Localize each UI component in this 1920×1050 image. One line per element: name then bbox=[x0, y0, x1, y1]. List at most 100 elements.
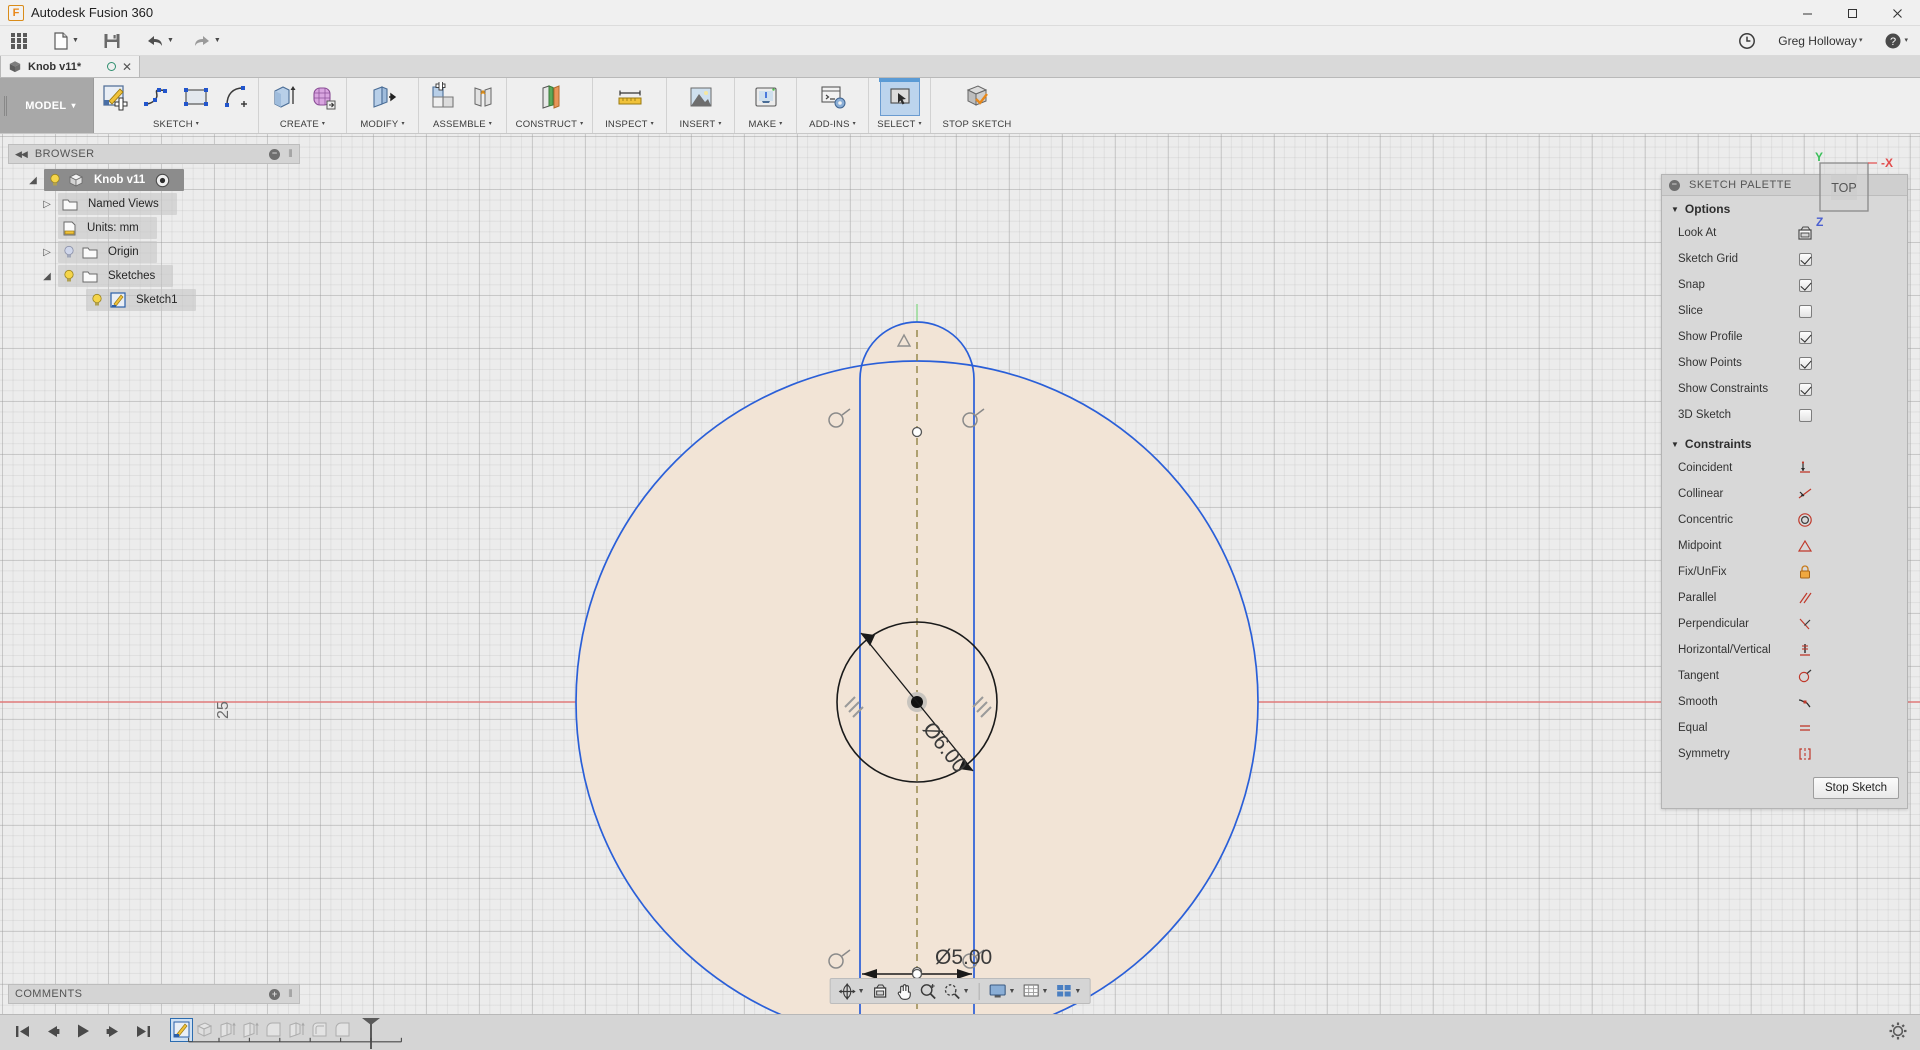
collinear-row[interactable]: Collinear bbox=[1662, 481, 1907, 507]
grid-snaps-button[interactable]: ▼ bbox=[1019, 980, 1051, 1002]
coincident-row[interactable]: Coincident bbox=[1662, 455, 1907, 481]
twisty-collapsed-icon[interactable]: ▷ bbox=[36, 247, 58, 258]
offset-plane-button[interactable] bbox=[530, 78, 570, 116]
slice-row[interactable]: Slice bbox=[1662, 298, 1907, 324]
target-icon[interactable] bbox=[155, 173, 170, 188]
new-tab-button[interactable] bbox=[140, 55, 162, 77]
slice-checkbox[interactable] bbox=[1798, 304, 1812, 318]
minimize-icon[interactable]: − bbox=[1669, 179, 1680, 191]
workspace-selector[interactable]: MODEL ▾ bbox=[8, 78, 94, 133]
joint-button[interactable] bbox=[463, 78, 503, 116]
show-profile-row[interactable]: Show Profile bbox=[1662, 324, 1907, 350]
tangent-row[interactable]: Tangent bbox=[1662, 663, 1907, 689]
browser-node-sketches[interactable]: ◢ Sketches bbox=[8, 264, 300, 288]
lightbulb-off-icon[interactable] bbox=[62, 245, 76, 259]
lightbulb-icon[interactable] bbox=[48, 173, 62, 187]
coincident-icon[interactable] bbox=[1796, 460, 1814, 476]
parallel-icon[interactable] bbox=[1796, 590, 1814, 606]
sketch-group-dropdown[interactable]: SKETCH ▾ bbox=[153, 116, 199, 132]
fix-unfix-row[interactable]: Fix/UnFix bbox=[1662, 559, 1907, 585]
tab-knob[interactable]: Knob v11* ✕ bbox=[0, 55, 140, 77]
app-grid-button[interactable] bbox=[7, 28, 31, 54]
timeline-settings-button[interactable] bbox=[1888, 1021, 1908, 1044]
concentric-row[interactable]: Concentric bbox=[1662, 507, 1907, 533]
twisty-collapsed-icon[interactable]: ▷ bbox=[36, 199, 58, 210]
addins-group-dropdown[interactable]: ADD-INS ▾ bbox=[809, 116, 856, 132]
show-points-checkbox[interactable] bbox=[1798, 356, 1812, 370]
lightbulb-icon[interactable] bbox=[90, 293, 104, 307]
maximize-button[interactable] bbox=[1830, 0, 1875, 26]
assemble-group-dropdown[interactable]: ASSEMBLE ▾ bbox=[433, 116, 492, 132]
arc-button[interactable] bbox=[216, 78, 256, 116]
sketch-grid-checkbox[interactable] bbox=[1798, 252, 1812, 266]
perpendicular-icon[interactable] bbox=[1796, 616, 1814, 632]
undo-button[interactable]: ▼ bbox=[141, 28, 178, 54]
constraints-section-header[interactable]: ▼ Constraints bbox=[1662, 428, 1907, 455]
construct-group-dropdown[interactable]: CONSTRUCT ▾ bbox=[516, 116, 584, 132]
step-back-button[interactable] bbox=[44, 1024, 62, 1042]
create-sketch-button[interactable] bbox=[96, 78, 136, 116]
show-points-row[interactable]: Show Points bbox=[1662, 350, 1907, 376]
midpoint-icon[interactable] bbox=[1796, 538, 1814, 554]
save-button[interactable] bbox=[99, 28, 125, 54]
browser-node-sketch1[interactable]: Sketch1 bbox=[8, 288, 300, 312]
stop-sketch-label-wrap[interactable]: STOP SKETCH bbox=[943, 116, 1012, 132]
help-button[interactable]: ? ▾ bbox=[1880, 28, 1912, 54]
view-cube[interactable]: TOP -X Y Z bbox=[1793, 144, 1898, 232]
orbit-button[interactable]: ▼ bbox=[836, 980, 868, 1002]
browser-node-knob[interactable]: ◢ Knob v11 bbox=[8, 168, 300, 192]
new-component-button[interactable] bbox=[423, 78, 463, 116]
stop-sketch-button[interactable] bbox=[957, 78, 997, 116]
panel-grip-icon[interactable]: ⦀ bbox=[288, 989, 293, 1000]
insert-group-dropdown[interactable]: INSERT ▾ bbox=[679, 116, 721, 132]
browser-node-named-views[interactable]: ▷ Named Views bbox=[8, 192, 300, 216]
sketch-grid-row[interactable]: Sketch Grid bbox=[1662, 246, 1907, 272]
look-at-button[interactable] bbox=[869, 980, 892, 1002]
smooth-row[interactable]: Smooth bbox=[1662, 689, 1907, 715]
comments-header[interactable]: COMMENTS + ⦀ bbox=[8, 984, 300, 1004]
equal-icon[interactable] bbox=[1796, 720, 1814, 736]
equal-row[interactable]: Equal bbox=[1662, 715, 1907, 741]
collinear-icon[interactable] bbox=[1796, 486, 1814, 502]
show-constraints-checkbox[interactable] bbox=[1798, 382, 1812, 396]
user-menu-button[interactable]: Greg Holloway ▾ bbox=[1774, 28, 1866, 54]
press-pull-button[interactable] bbox=[363, 78, 403, 116]
pan-button[interactable] bbox=[893, 980, 916, 1002]
concentric-icon[interactable] bbox=[1796, 512, 1814, 528]
add-comment-icon[interactable]: + bbox=[269, 988, 281, 1000]
rectangle-button[interactable] bbox=[176, 78, 216, 116]
browser-node-units[interactable]: Units: mm bbox=[8, 216, 300, 240]
close-button[interactable] bbox=[1875, 0, 1920, 26]
step-forward-button[interactable] bbox=[104, 1024, 122, 1042]
twisty-expanded-icon[interactable]: ◢ bbox=[36, 271, 58, 282]
lock-icon[interactable] bbox=[1796, 564, 1814, 580]
create-group-dropdown[interactable]: CREATE ▾ bbox=[280, 116, 325, 132]
minimize-icon[interactable]: − bbox=[269, 148, 281, 160]
twisty-expanded-icon[interactable]: ◢ bbox=[22, 175, 44, 186]
line-button[interactable] bbox=[136, 78, 176, 116]
close-icon[interactable]: ✕ bbox=[122, 60, 132, 74]
show-profile-checkbox[interactable] bbox=[1798, 330, 1812, 344]
tangent-icon[interactable] bbox=[1796, 668, 1814, 684]
stop-sketch-palette-button[interactable]: Stop Sketch bbox=[1812, 777, 1899, 799]
3d-sketch-row[interactable]: 3D Sketch bbox=[1662, 402, 1907, 428]
3d-sketch-checkbox[interactable] bbox=[1798, 408, 1812, 422]
collapse-left-icon[interactable]: ◀◀ bbox=[15, 149, 28, 160]
fit-button[interactable]: ▼ bbox=[941, 980, 973, 1002]
play-button[interactable] bbox=[74, 1023, 92, 1042]
smooth-icon[interactable] bbox=[1796, 694, 1814, 710]
select-tool-button[interactable] bbox=[879, 78, 920, 116]
viewport[interactable]: Ø6.00 Ø5.00 25 ◀◀ BROWSER − ⦀ ◢ Knob v11 bbox=[0, 134, 1920, 1014]
history-clock-button[interactable] bbox=[1734, 28, 1760, 54]
parallel-row[interactable]: Parallel bbox=[1662, 585, 1907, 611]
perpendicular-row[interactable]: Perpendicular bbox=[1662, 611, 1907, 637]
go-to-end-button[interactable] bbox=[134, 1024, 152, 1042]
ribbon-drag-handle[interactable] bbox=[0, 78, 8, 133]
scripts-addins-button[interactable] bbox=[813, 78, 853, 116]
go-to-beginning-button[interactable] bbox=[14, 1024, 32, 1042]
symmetry-icon[interactable] bbox=[1796, 746, 1814, 762]
snap-row[interactable]: Snap bbox=[1662, 272, 1907, 298]
symmetry-row[interactable]: Symmetry bbox=[1662, 741, 1907, 767]
form-button[interactable] bbox=[303, 78, 343, 116]
minimize-button[interactable] bbox=[1785, 0, 1830, 26]
